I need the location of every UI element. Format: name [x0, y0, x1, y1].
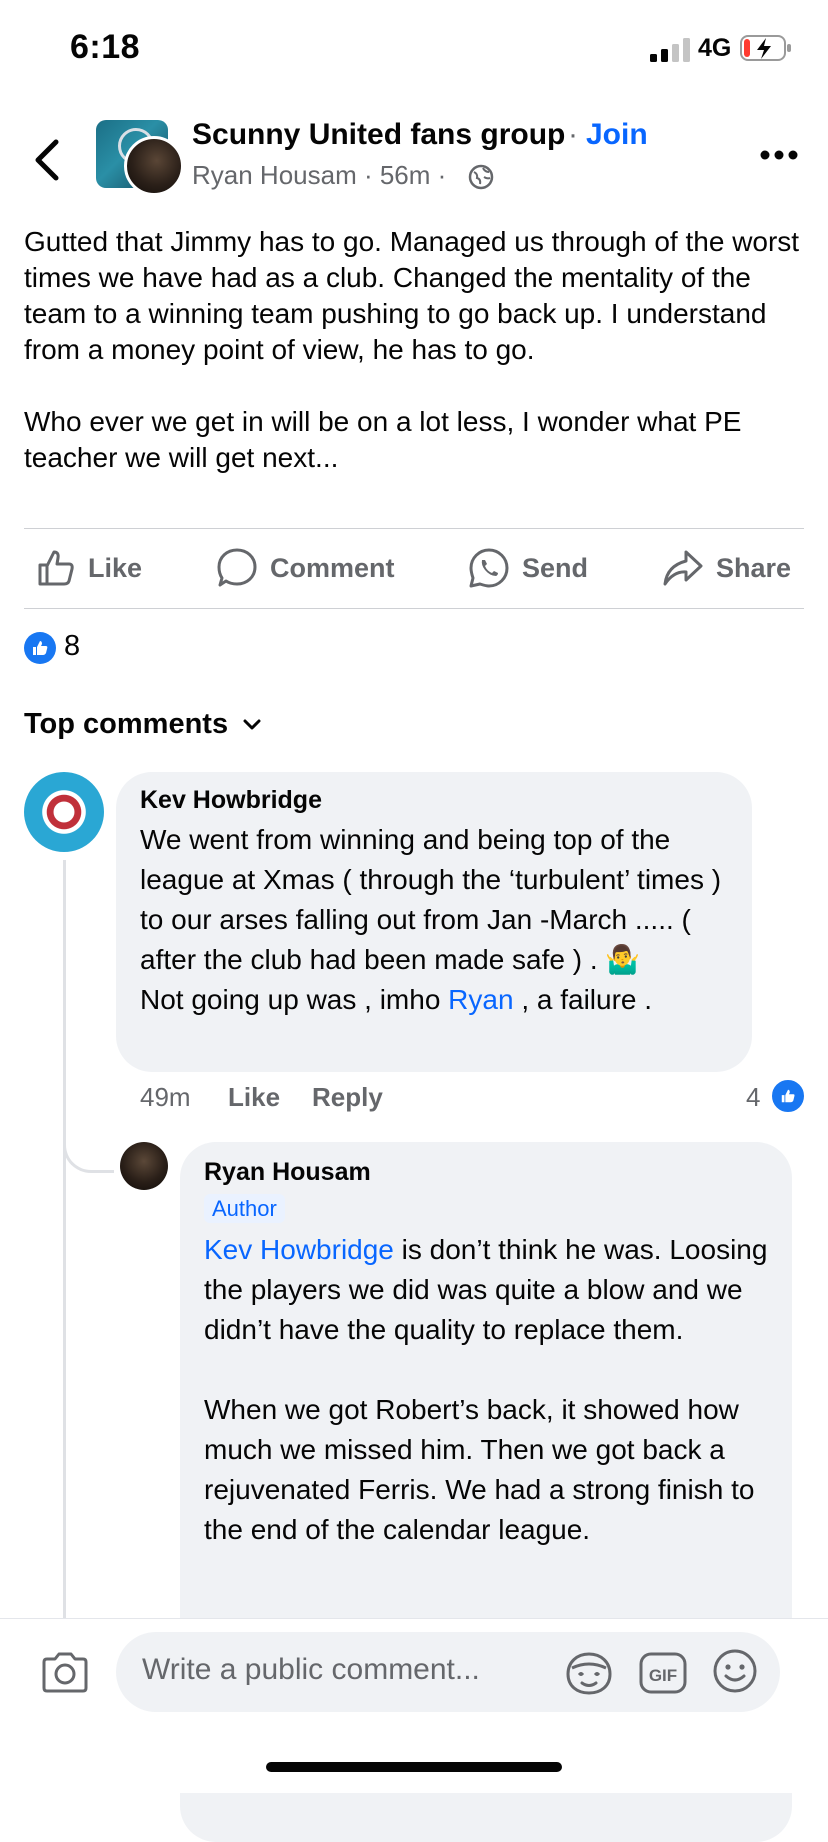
send-label: Send	[522, 552, 589, 583]
mention-link[interactable]: Ryan	[448, 984, 513, 1015]
back-chevron-icon[interactable]	[32, 138, 62, 182]
chevron-down-icon	[243, 719, 261, 729]
divider	[24, 608, 804, 609]
share-button[interactable]: Share	[662, 546, 791, 590]
camera-icon[interactable]	[40, 1650, 90, 1694]
group-name[interactable]: Scunny United fans group	[192, 118, 565, 152]
comment-button[interactable]: Comment	[216, 546, 395, 590]
commenter-name[interactable]: Kev Howbridge	[140, 786, 322, 815]
comment-text-part: , a failure .	[513, 984, 653, 1015]
battery-charging-icon	[740, 35, 791, 61]
reaction-count[interactable]: 8	[64, 630, 80, 663]
share-arrow-icon	[663, 550, 703, 586]
share-label: Share	[716, 552, 792, 583]
commenter-avatar[interactable]	[120, 1142, 168, 1190]
comment-bubble: Kev Howbridge We went from winning and b…	[116, 772, 752, 1072]
mention-link[interactable]: Kev Howbridge	[204, 1234, 394, 1265]
post-text: Gutted that Jimmy has to go. Managed us …	[24, 226, 800, 473]
comment-text-part: is don’t think he was. Loosing the playe…	[204, 1234, 768, 1545]
avatar-sticker-icon[interactable]	[564, 1650, 614, 1696]
join-button[interactable]: Join	[586, 118, 648, 152]
divider	[24, 528, 804, 529]
status-time: 6:18	[70, 28, 141, 66]
comment-like-button[interactable]: Like	[228, 1082, 280, 1113]
separator: ·	[568, 118, 578, 151]
comment-text: We went from winning and being top of th…	[140, 820, 740, 1020]
home-indicator[interactable]	[266, 1762, 562, 1772]
signal-icon	[650, 38, 690, 62]
svg-text:GIF: GIF	[649, 1666, 677, 1685]
thread-connector	[63, 1100, 114, 1173]
like-button[interactable]: Like	[36, 546, 142, 590]
comment-sort-label: Top comments	[24, 708, 229, 740]
whatsapp-icon	[469, 548, 509, 588]
author-avatar[interactable]	[124, 136, 184, 196]
globe-icon	[468, 164, 494, 190]
comment-text: Kev Howbridge is don’t think he was. Loo…	[204, 1230, 774, 1550]
author-badge: Author	[204, 1194, 285, 1223]
comment-label: Comment	[270, 552, 395, 583]
emoji-icon[interactable]	[712, 1648, 758, 1694]
like-label: Like	[88, 552, 143, 583]
send-button[interactable]: Send	[468, 546, 588, 590]
comment-reply-button[interactable]: Reply	[312, 1082, 383, 1113]
comment-bubble-icon	[217, 548, 257, 587]
like-reaction-icon[interactable]	[24, 632, 56, 664]
more-options-icon[interactable]	[760, 148, 798, 162]
comment-like-count[interactable]: 4	[746, 1082, 760, 1113]
comment-time: 49m	[140, 1082, 191, 1112]
comment-sort-dropdown[interactable]: Top comments	[24, 708, 262, 741]
thumbs-up-icon	[38, 550, 74, 586]
network-label: 4G	[698, 34, 732, 62]
comment-input-placeholder[interactable]: Write a public comment...	[142, 1653, 480, 1687]
gif-icon[interactable]: GIF	[638, 1650, 688, 1696]
commenter-name[interactable]: Ryan Housam	[204, 1158, 371, 1187]
post-meta: Ryan Housam · 56m ·	[192, 160, 447, 190]
commenter-avatar[interactable]	[24, 772, 104, 852]
thread-line	[63, 860, 66, 1620]
comment-like-icon[interactable]	[770, 1078, 806, 1114]
